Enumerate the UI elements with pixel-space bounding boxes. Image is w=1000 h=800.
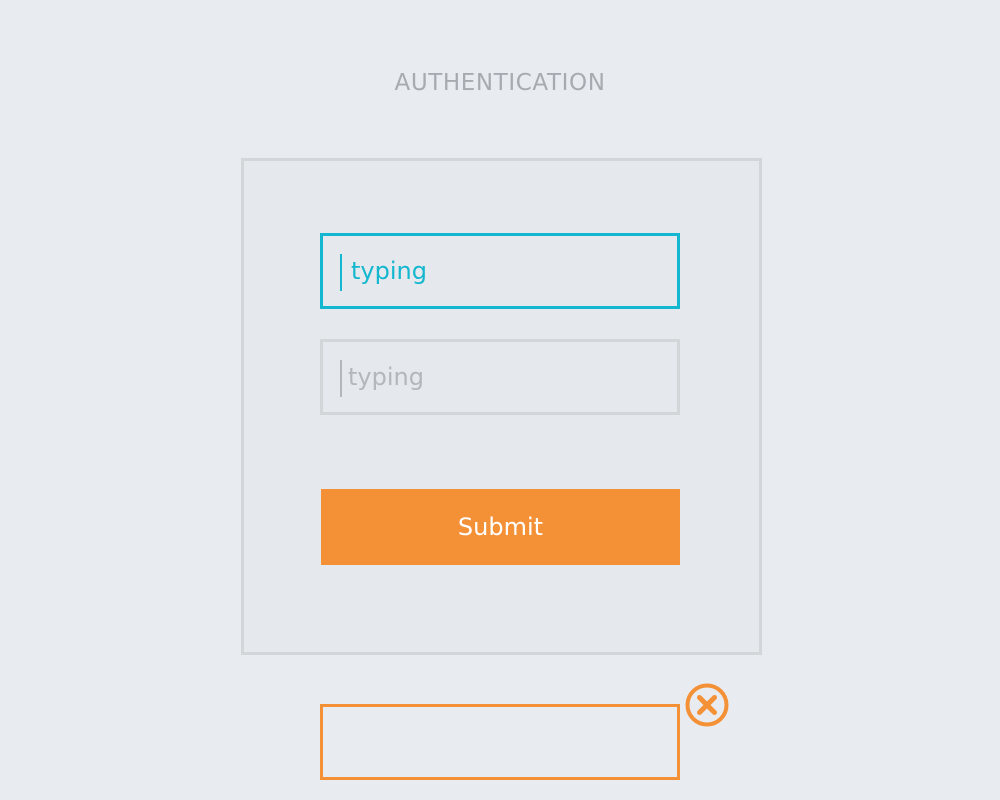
password-field[interactable]: typing	[320, 339, 680, 415]
error-message-box	[320, 704, 680, 780]
auth-page: AUTHENTICATION typing typing Submit	[0, 0, 1000, 800]
text-caret	[340, 254, 342, 291]
username-field[interactable]: typing	[320, 233, 680, 309]
page-title: AUTHENTICATION	[394, 70, 606, 96]
close-circle-icon[interactable]	[685, 683, 729, 727]
submit-button[interactable]: Submit	[321, 489, 680, 565]
username-value: typing	[351, 257, 427, 285]
text-caret	[340, 360, 342, 397]
password-value: typing	[348, 363, 424, 391]
